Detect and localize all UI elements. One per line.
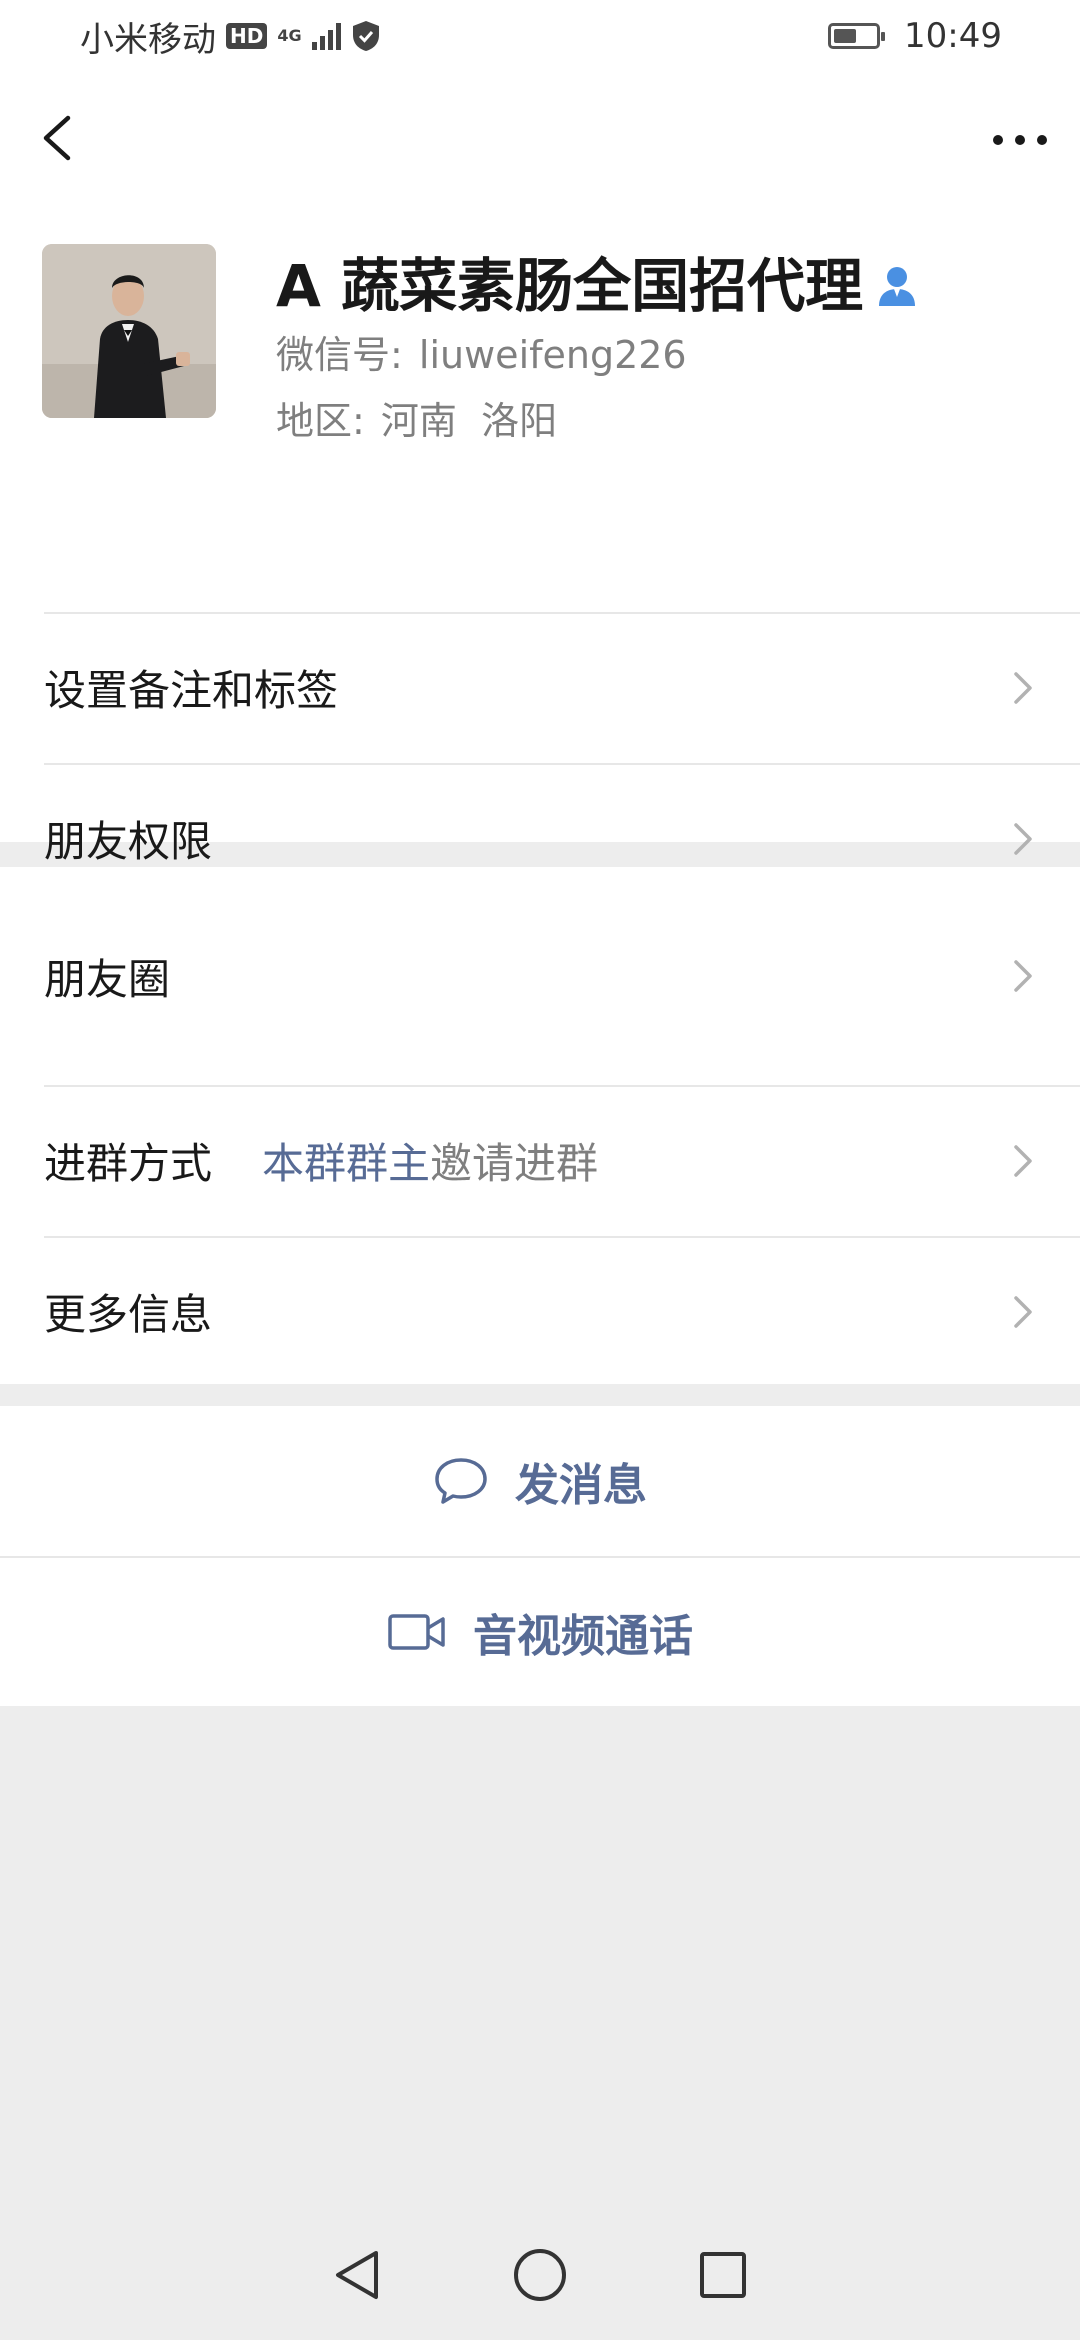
profile-card: A 蔬菜素肠全国招代理 微信号: liuweifeng226 地区: 河南 洛阳 bbox=[42, 244, 1080, 454]
video-call-button[interactable]: 音视频通话 bbox=[0, 1556, 1080, 1706]
hd-badge: HD bbox=[226, 23, 268, 49]
signal-icon bbox=[311, 22, 341, 50]
network-type: 4G bbox=[277, 26, 302, 45]
chevron-right-icon bbox=[1014, 822, 1032, 855]
menu-item-label: 朋友权限 bbox=[44, 817, 213, 866]
menu-group-2: 朋友圈 进群方式 本群群主邀请进群 更多信息 bbox=[0, 867, 1080, 1384]
region-value: 河南 洛阳 bbox=[380, 399, 558, 443]
menu-item-moments[interactable]: 朋友圈 bbox=[0, 867, 1080, 1085]
join-method-value: 本群群主邀请进群 bbox=[262, 1130, 598, 1191]
battery-icon bbox=[828, 23, 886, 49]
avatar[interactable] bbox=[42, 244, 216, 418]
chevron-right-icon bbox=[1014, 671, 1032, 704]
system-nav-bar bbox=[0, 2210, 1080, 2340]
wechat-id-value: liuweifeng226 bbox=[418, 333, 687, 377]
nav-home-icon[interactable] bbox=[512, 2247, 568, 2303]
profile-info: A 蔬菜素肠全国招代理 微信号: liuweifeng226 地区: 河南 洛阳 bbox=[276, 250, 917, 454]
send-message-label: 发消息 bbox=[515, 1460, 647, 1511]
wechat-id-row: 微信号: liuweifeng226 bbox=[276, 322, 917, 388]
chat-bubble-icon bbox=[435, 1458, 487, 1504]
menu-item-more-info[interactable]: 更多信息 bbox=[0, 1236, 1080, 1387]
video-camera-icon bbox=[388, 1614, 445, 1650]
action-buttons: 发消息 音视频通话 bbox=[0, 1406, 1080, 1706]
name-row: A 蔬菜素肠全国招代理 bbox=[276, 250, 917, 322]
carrier-name: 小米移动 bbox=[80, 19, 216, 60]
menu-item-label: 进群方式 bbox=[44, 1139, 213, 1188]
contact-name: A 蔬菜素肠全国招代理 bbox=[276, 252, 864, 320]
menu-item-remark-tags[interactable]: 设置备注和标签 bbox=[0, 612, 1080, 763]
nav-bar bbox=[0, 72, 1080, 202]
more-options-icon[interactable] bbox=[980, 120, 1060, 160]
menu-item-label: 设置备注和标签 bbox=[44, 666, 339, 715]
nav-recents-icon[interactable] bbox=[698, 2250, 748, 2300]
wechat-id-label: 微信号: bbox=[276, 333, 403, 377]
clock: 10:49 bbox=[904, 16, 1002, 56]
send-message-button[interactable]: 发消息 bbox=[0, 1406, 1080, 1556]
status-bar: 小米移动 HD 4G 10:49 bbox=[0, 0, 1080, 72]
group-owner-link[interactable]: 本群群主 bbox=[262, 1139, 430, 1188]
shield-icon bbox=[352, 21, 379, 51]
region-label: 地区: bbox=[276, 399, 365, 443]
status-left: 小米移动 HD 4G bbox=[80, 12, 381, 61]
chevron-right-icon bbox=[1014, 960, 1032, 992]
back-arrow-icon[interactable] bbox=[32, 108, 82, 168]
chevron-right-icon bbox=[1014, 1295, 1032, 1328]
menu-item-join-method[interactable]: 进群方式 本群群主邀请进群 bbox=[0, 1085, 1080, 1236]
menu-item-label: 朋友圈 bbox=[44, 954, 171, 1004]
join-method-text: 邀请进群 bbox=[430, 1139, 599, 1188]
chevron-right-icon bbox=[1014, 1144, 1032, 1177]
video-call-label: 音视频通话 bbox=[473, 1611, 693, 1662]
region-row: 地区: 河南 洛阳 bbox=[276, 388, 917, 454]
male-user-icon bbox=[879, 267, 916, 306]
profile-section: A 蔬菜素肠全国招代理 微信号: liuweifeng226 地区: 河南 洛阳… bbox=[0, 72, 1080, 866]
status-right: 10:49 bbox=[828, 16, 1002, 56]
menu-item-label: 更多信息 bbox=[44, 1290, 213, 1339]
nav-back-icon[interactable] bbox=[332, 2247, 382, 2303]
